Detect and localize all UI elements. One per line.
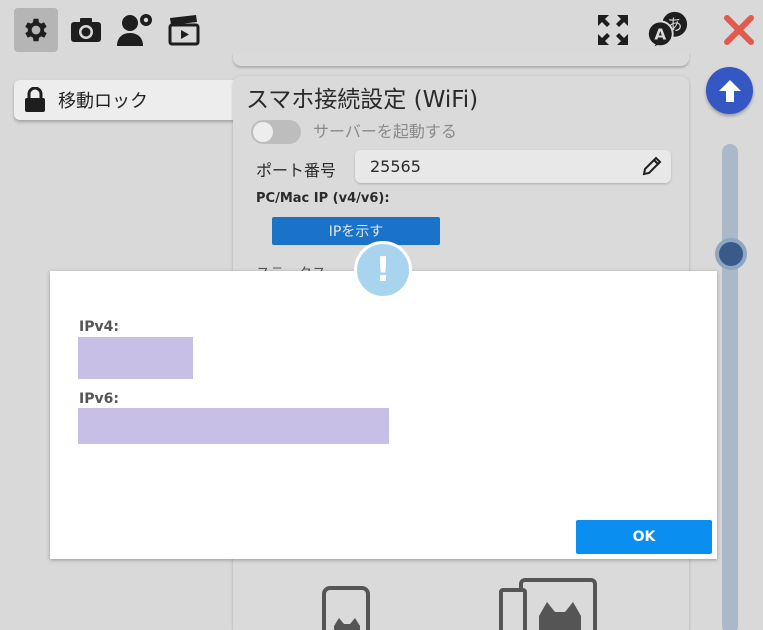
ipv4-value-redacted <box>78 337 193 379</box>
previous-card-edge <box>233 52 689 66</box>
server-toggle[interactable] <box>251 120 301 144</box>
phone-illustration-icon <box>322 586 370 630</box>
camera-button[interactable] <box>64 8 108 52</box>
translate-icon: あ A <box>646 11 688 48</box>
sidebar-item-label: 移動ロック <box>58 91 148 112</box>
ipv6-label: IPv6: <box>79 391 119 407</box>
show-ip-button[interactable]: IPを示す <box>272 217 440 245</box>
ipv4-label: IPv4: <box>79 319 119 335</box>
ip-dialog: IPv4: IPv6: OK <box>50 271 717 559</box>
ok-button[interactable]: OK <box>576 520 712 554</box>
language-button[interactable]: あ A <box>645 8 689 52</box>
scrollbar-thumb[interactable] <box>715 238 747 270</box>
fullscreen-icon <box>598 15 628 45</box>
camera-icon <box>71 18 101 42</box>
pencil-icon[interactable] <box>641 155 663 177</box>
port-field[interactable]: 25565 <box>355 150 671 183</box>
scroll-up-button[interactable] <box>706 67 753 114</box>
port-label: ポート番号 <box>256 161 337 180</box>
exclamation-icon: ! <box>354 241 412 299</box>
user-settings-button[interactable] <box>113 8 157 52</box>
close-icon <box>724 15 754 45</box>
gear-icon <box>25 18 47 42</box>
ipv6-value-redacted <box>78 408 389 444</box>
arrow-up-icon <box>718 79 741 102</box>
close-button[interactable] <box>717 8 761 52</box>
server-toggle-label: サーバーを起動する <box>313 122 457 141</box>
port-value: 25565 <box>370 157 421 176</box>
clapperboard-icon <box>168 15 200 46</box>
toolbar: あ A <box>0 0 763 60</box>
settings-button[interactable] <box>14 8 58 52</box>
user-settings-icon <box>117 14 152 46</box>
computer-illustration-icon <box>499 578 597 630</box>
ip-label: PC/Mac IP (v4/v6): <box>256 191 390 206</box>
fullscreen-button[interactable] <box>591 8 635 52</box>
video-button[interactable] <box>162 8 206 52</box>
toggle-knob <box>253 122 273 142</box>
scrollbar-track[interactable] <box>722 144 738 630</box>
svg-text:A: A <box>654 26 666 44</box>
lock-icon <box>25 87 45 112</box>
sidebar-item-move-lock[interactable]: 移動ロック <box>14 80 259 120</box>
panel-title: スマホ接続設定 (WiFi) <box>246 87 479 113</box>
